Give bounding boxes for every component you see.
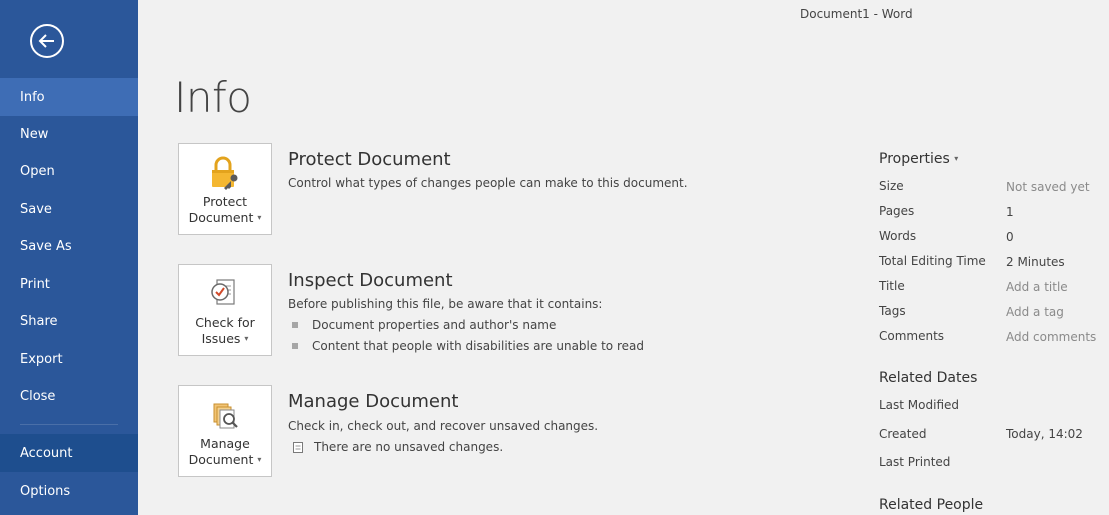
sidebar-item-label: Options	[20, 483, 71, 499]
manage-document-icon	[213, 403, 238, 429]
check-for-issues-button[interactable]: Check for Issues ▾	[178, 264, 272, 356]
property-label: Pages	[879, 204, 915, 218]
bullet-text: There are no unsaved changes.	[314, 440, 504, 454]
list-item: There are no unsaved changes.	[292, 440, 503, 454]
sidebar-item-save-as[interactable]: Save As	[0, 227, 138, 265]
sidebar-item-close[interactable]: Close	[0, 377, 138, 415]
inspect-document-heading: Inspect Document	[288, 270, 453, 291]
sidebar-item-label: Export	[20, 351, 63, 367]
tile-label-line: Document	[188, 452, 254, 467]
sidebar-item-label: Account	[20, 445, 73, 461]
sidebar-item-label: Print	[20, 276, 50, 292]
sidebar-item-options[interactable]: Options	[0, 472, 138, 510]
property-label: Total Editing Time	[879, 254, 986, 268]
backstage-sidebar: Info New Open Save Save As Print Share E…	[0, 0, 138, 515]
property-value: Today, 14:02	[1006, 427, 1083, 441]
protect-document-description: Control what types of changes people can…	[288, 176, 688, 190]
tile-label: Check for Issues ▾	[195, 315, 255, 347]
sidebar-item-label: Share	[20, 313, 58, 329]
manage-document-button[interactable]: Manage Document ▾	[178, 385, 272, 477]
caret-down-icon: ▾	[257, 455, 262, 464]
tile-label: Manage Document ▾	[189, 436, 262, 468]
sidebar-item-label: Close	[20, 388, 56, 404]
property-value: 0	[1006, 230, 1014, 244]
sidebar-item-print[interactable]: Print	[0, 265, 138, 303]
property-label: Tags	[879, 304, 906, 318]
sidebar-item-open[interactable]: Open	[0, 152, 138, 190]
sidebar-item-new[interactable]: New	[0, 115, 138, 153]
back-arrow-icon[interactable]	[30, 24, 64, 58]
related-people-heading: Related People	[879, 497, 984, 513]
property-label: Created	[879, 427, 927, 441]
sidebar-item-label: Save As	[20, 238, 72, 254]
property-label: Size	[879, 179, 904, 193]
title-field[interactable]: Add a title	[1006, 280, 1068, 294]
tile-label-line: Protect	[202, 194, 248, 209]
tile-label-line: Document	[188, 210, 254, 225]
sidebar-item-label: Save	[20, 201, 52, 217]
caret-down-icon: ▾	[954, 154, 959, 163]
property-label: Title	[879, 279, 905, 293]
sidebar-item-info[interactable]: Info	[0, 78, 138, 116]
caret-down-icon: ▾	[244, 334, 249, 343]
tile-label: Protect Document ▾	[189, 194, 262, 226]
tile-label-line: Manage	[200, 436, 250, 451]
sidebar-item-export[interactable]: Export	[0, 340, 138, 378]
bullet-text: Content that people with disabilities ar…	[312, 339, 644, 353]
page-title: Info	[174, 73, 252, 122]
properties-heading-label: Properties	[879, 151, 950, 167]
protect-document-button[interactable]: Protect Document ▾	[178, 143, 272, 235]
tags-field[interactable]: Add a tag	[1006, 305, 1064, 319]
property-label: Last Modified	[879, 398, 960, 412]
property-label: Comments	[879, 329, 945, 343]
property-value: 2 Minutes	[1006, 255, 1065, 269]
inspect-document-description: Before publishing this file, be aware th…	[288, 297, 603, 311]
property-label: Last Printed	[879, 455, 951, 469]
sidebar-item-label: Open	[20, 163, 55, 179]
sidebar-item-label: Info	[20, 89, 45, 105]
sidebar-item-save[interactable]: Save	[0, 190, 138, 228]
sidebar-item-label: New	[20, 126, 49, 142]
properties-heading[interactable]: Properties ▾	[879, 151, 958, 167]
manage-document-heading: Manage Document	[288, 391, 459, 412]
property-value: 1	[1006, 205, 1014, 219]
manage-document-description: Check in, check out, and recover unsaved…	[288, 419, 599, 433]
bullet-square-icon	[292, 343, 298, 349]
sidebar-divider	[20, 424, 118, 425]
list-item: Document properties and author's name	[292, 318, 556, 332]
tile-label-line: Check for	[195, 315, 255, 330]
document-icon	[293, 441, 303, 453]
lock-key-icon	[212, 156, 238, 190]
bullet-square-icon	[292, 322, 298, 328]
sidebar-item-account[interactable]: Account	[0, 434, 138, 472]
protect-document-heading: Protect Document	[288, 149, 451, 170]
list-item: Content that people with disabilities ar…	[292, 339, 644, 353]
caret-down-icon: ▾	[257, 213, 262, 222]
bullet-text: Document properties and author's name	[312, 318, 557, 332]
property-label: Words	[879, 229, 917, 243]
sidebar-item-share[interactable]: Share	[0, 302, 138, 340]
window-title: Document1 - Word	[800, 7, 913, 21]
related-dates-heading: Related Dates	[879, 370, 978, 386]
comments-field[interactable]: Add comments	[1006, 330, 1096, 344]
property-value: Not saved yet	[1006, 180, 1090, 194]
inspect-document-icon	[211, 279, 235, 305]
tile-label-line: Issues	[201, 331, 241, 346]
